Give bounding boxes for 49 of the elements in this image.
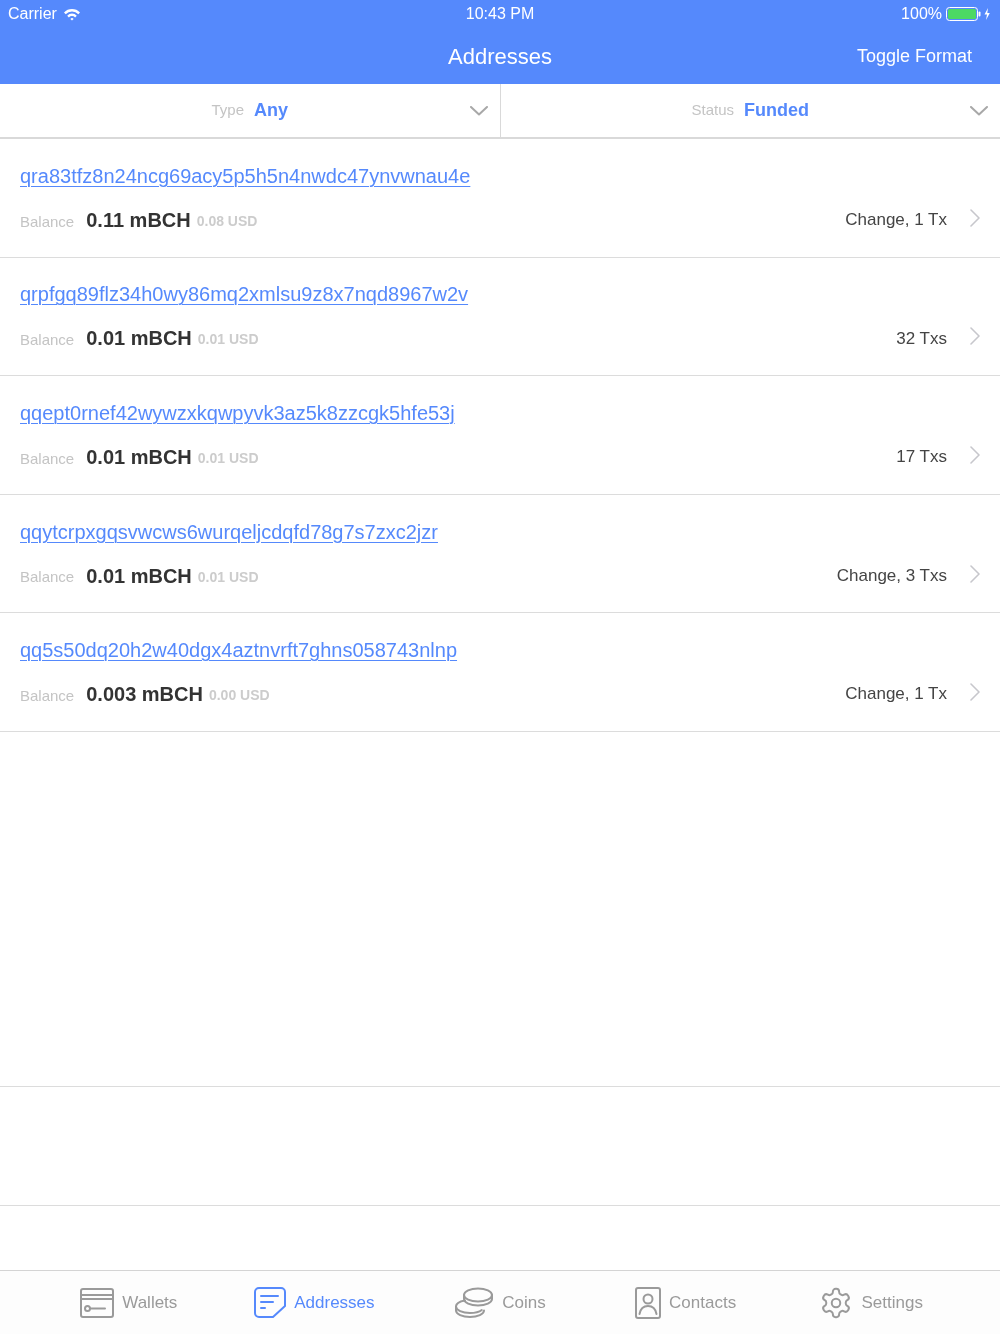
balance-label: Balance [20, 448, 75, 469]
toggle-format-button[interactable]: Toggle Format [856, 42, 972, 70]
address-link[interactable]: qrpfgq89flz34h0wy86mq2xmlsu9z8x7nqd8967w2v [20, 279, 469, 310]
battery-charging-icon [946, 7, 992, 21]
chevron-right-icon [970, 446, 980, 464]
page-title: Addresses [448, 42, 552, 71]
address-link[interactable]: qra83tfz8n24ncg69acy5p5h5n4nwdc47ynvwnau4e [20, 160, 471, 191]
tab-item[interactable]: Settings [778, 1271, 964, 1334]
balance-amount: 0.01 mBCH [86, 326, 192, 352]
balance-amount: 0.01 mBCH [86, 563, 192, 589]
filter-dropdown[interactable]: Type Any [0, 84, 501, 137]
transaction-info: 32 Txs [896, 327, 947, 350]
chevron-down-icon [469, 105, 488, 116]
chevron-right-icon [970, 208, 980, 227]
wifi-icon [62, 7, 81, 21]
filter-label: Type [211, 100, 244, 121]
note-icon [254, 1287, 287, 1318]
balance-label: Balance [20, 567, 75, 588]
contact-card-icon [635, 1286, 662, 1319]
filter-value: Any [254, 99, 288, 122]
chevron-right-icon [970, 683, 980, 702]
transaction-info: Change, 3 Txs [836, 564, 947, 587]
transaction-info: Change, 1 Tx [845, 209, 947, 232]
card-icon [80, 1287, 115, 1318]
filter-label: Status [691, 100, 734, 121]
balance-amount: 0.11 mBCH [86, 207, 191, 233]
balance-label: Balance [20, 211, 75, 232]
filter-dropdown[interactable]: Status Funded [500, 84, 1000, 137]
balance-label: Balance [20, 685, 75, 706]
coins-icon [454, 1287, 495, 1318]
tab-item[interactable]: Coins [407, 1271, 593, 1334]
address-link[interactable]: qqept0rnef42wywzxkqwpyvk3az5k8zzcgk5hfe53j [20, 398, 455, 428]
chevron-down-icon [970, 105, 988, 116]
transaction-info: 17 Txs [896, 446, 947, 469]
tab-item[interactable]: Contacts [592, 1271, 779, 1334]
balance-amount: 0.01 mBCH [86, 445, 192, 470]
balance-label: Balance [20, 330, 75, 351]
address-link[interactable]: qqytcrpxgqsvwcws6wurqeljcdqfd78g7s7zxc2jzr [20, 516, 438, 547]
transaction-info: Change, 1 Tx [845, 683, 947, 706]
tab-item[interactable]: Wallets [36, 1271, 222, 1334]
filter-value: Funded [744, 99, 809, 122]
tab-item[interactable]: Addresses [221, 1271, 408, 1334]
address-link[interactable]: qq5s50dq20h2w40dgx4aztnvrft7ghns058743nlnp [20, 635, 458, 666]
chevron-right-icon [970, 564, 980, 583]
battery-percentage: 100% [901, 4, 942, 24]
balance-amount: 0.003 mBCH [86, 682, 203, 708]
carrier-label: Carrier [8, 4, 57, 24]
status-time: 10:43 PM [465, 4, 535, 24]
chevron-right-icon [970, 327, 980, 346]
